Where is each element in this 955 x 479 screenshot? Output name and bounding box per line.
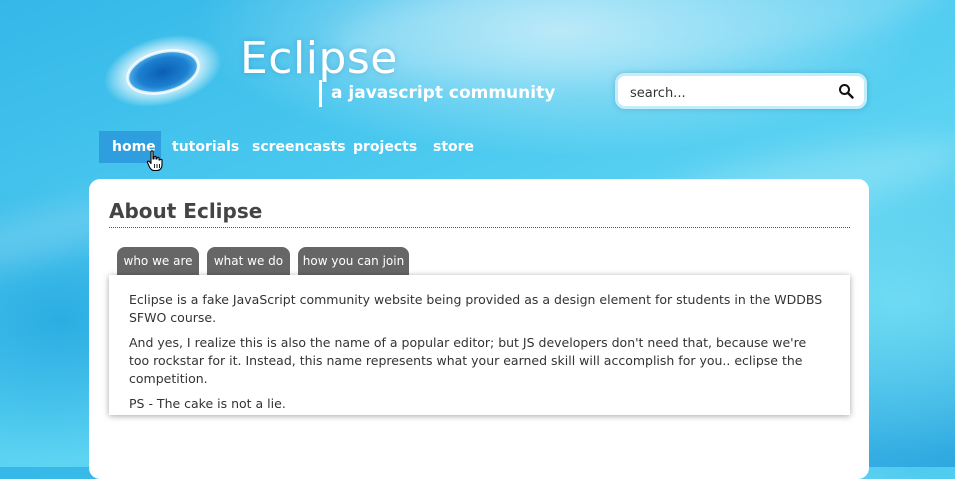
nav-item-tutorials[interactable]: tutorials xyxy=(172,131,239,163)
search-icon[interactable] xyxy=(838,83,854,99)
site-tagline: a javascript community xyxy=(331,83,556,103)
nav-item-screencasts[interactable]: screencasts xyxy=(252,131,346,163)
tab-who-we-are[interactable]: who we are xyxy=(117,247,199,275)
nav-item-store[interactable]: store xyxy=(433,131,474,163)
eclipse-logo-icon xyxy=(104,34,222,106)
nav-item-projects[interactable]: projects xyxy=(353,131,417,163)
tab-content: Eclipse is a fake JavaScript community w… xyxy=(109,275,850,415)
content-paragraph: Eclipse is a fake JavaScript community w… xyxy=(129,292,823,325)
brand-divider xyxy=(319,80,322,107)
content-paragraph: And yes, I realize this is also the name… xyxy=(129,335,807,386)
tab-how-you-can-join[interactable]: how you can join xyxy=(298,247,409,275)
page-title: About Eclipse xyxy=(109,199,263,223)
site-title: Eclipse xyxy=(240,33,398,84)
content-paragraph: PS - The cake is not a lie. xyxy=(129,396,286,411)
search-box xyxy=(615,73,867,109)
hand-cursor-icon xyxy=(146,150,163,172)
tab-what-we-do[interactable]: what we do xyxy=(207,247,290,275)
content-panel: About Eclipse who we are what we do how … xyxy=(89,179,869,479)
search-input[interactable] xyxy=(628,80,832,106)
title-divider xyxy=(109,227,850,228)
